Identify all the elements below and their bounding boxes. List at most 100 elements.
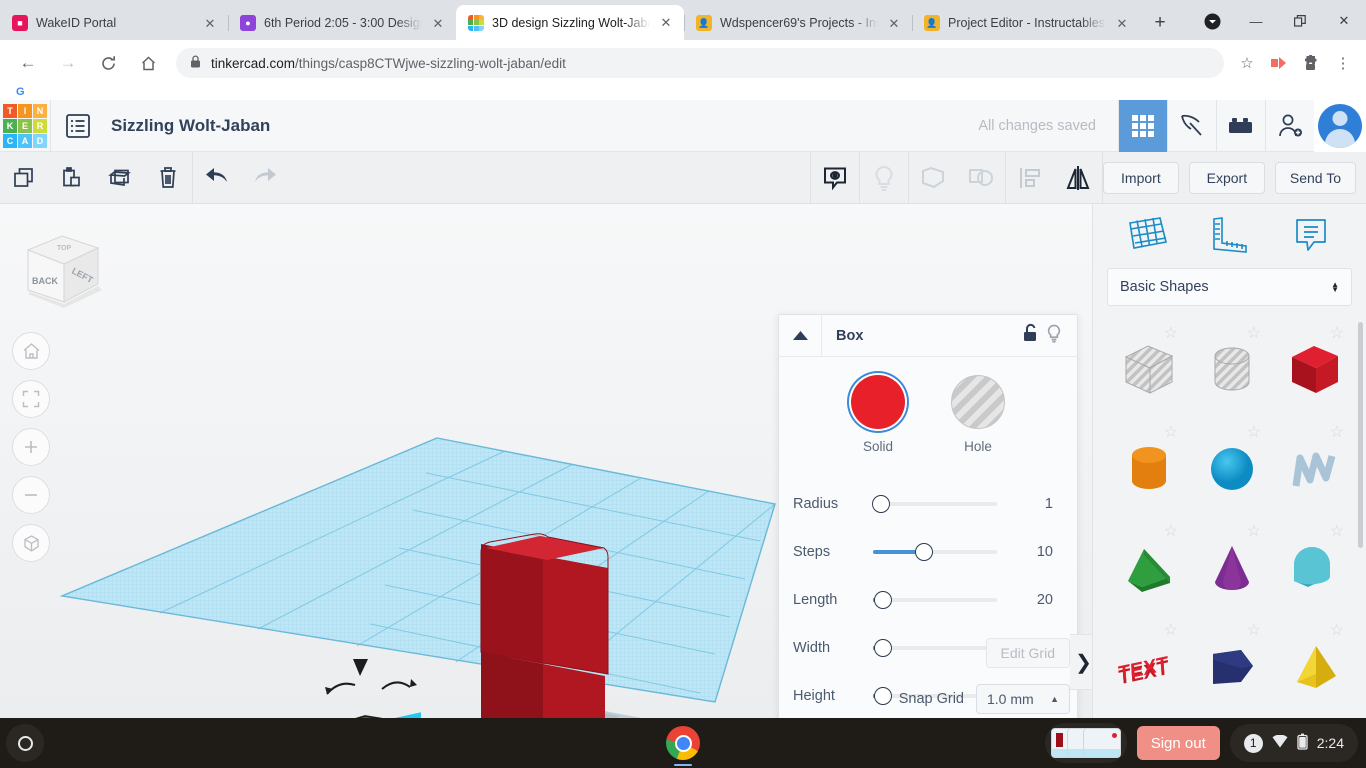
undo-icon[interactable] [193,152,241,204]
home-view-icon[interactable] [12,332,50,370]
extension-pin-icon[interactable] [1264,48,1294,78]
close-button[interactable]: ✕ [1322,5,1366,37]
shape-item-cone-purple[interactable]: ☆ [1190,518,1273,617]
system-tray[interactable]: 1 2:24 [1229,724,1358,762]
edit-grid-button[interactable]: Edit Grid [985,638,1070,668]
workplane-icon[interactable] [811,152,859,204]
tab-close-icon[interactable]: ✕ [430,15,446,31]
tinkercad-logo[interactable]: TIN KER CAD [0,100,50,152]
zoom-out-icon[interactable] [12,476,50,514]
shape-item-sphere-blue[interactable]: ☆ [1190,419,1273,518]
pickaxe-icon[interactable] [1167,99,1216,152]
launcher-circle-icon[interactable] [6,724,44,762]
chrome-icon[interactable] [666,726,700,760]
browser-tab[interactable]: ● 6th Period 2:05 - 3:00 Design C ✕ [228,6,456,40]
shape-item-box-hole[interactable]: ☆ [1107,320,1190,419]
tab-close-icon[interactable]: ✕ [202,15,218,31]
shapes-grid-icon[interactable] [1125,212,1171,258]
maximize-button[interactable] [1278,5,1322,37]
notes-icon[interactable] [1288,212,1334,258]
favorite-star-icon[interactable]: ☆ [1164,524,1178,540]
shape-item-wedge-green[interactable]: ☆ [1107,518,1190,617]
send-to-button[interactable]: Send To [1274,161,1356,194]
import-button[interactable]: Import [1102,161,1179,194]
favorite-star-icon[interactable]: ☆ [1247,326,1261,342]
slider-value[interactable]: 10 [1019,544,1053,560]
puzzle-icon[interactable] [1296,48,1326,78]
length-slider[interactable] [873,591,1011,609]
delete-icon[interactable] [144,152,192,204]
mirror-icon[interactable] [1054,152,1102,204]
shape-item-cylinder-orange[interactable]: ☆ [1107,419,1190,518]
align-icon[interactable] [1006,152,1054,204]
zoom-in-icon[interactable] [12,428,50,466]
user-avatar[interactable] [1314,99,1366,152]
paste-icon[interactable] [48,152,96,204]
light-bulb-icon[interactable] [1045,323,1063,349]
shape-item-cylinder-hole[interactable]: ☆ [1190,320,1273,419]
favorite-star-icon[interactable]: ☆ [1164,425,1178,441]
favorite-star-icon[interactable]: ☆ [1330,326,1344,342]
slider-value[interactable]: 20 [1019,592,1053,608]
tab-close-icon[interactable]: ✕ [1114,15,1130,31]
redo-icon[interactable] [241,152,289,204]
browser-tab-active[interactable]: 3D design Sizzling Wolt-Jaban ✕ [456,5,684,40]
ruler-icon[interactable] [1206,212,1252,258]
sidebar-scrollbar[interactable] [1358,322,1363,548]
favorite-star-icon[interactable]: ☆ [1164,326,1178,342]
shape-item-polygon-navy[interactable]: ☆ [1190,617,1273,696]
snap-grid-select[interactable]: 1.0 mm ▲ [976,684,1070,714]
browser-tab[interactable]: 👤 Project Editor - Instructables ✕ [912,6,1140,40]
favorite-star-icon[interactable]: ☆ [1164,623,1178,639]
bookmark-star-icon[interactable]: ☆ [1232,48,1262,78]
3d-canvas[interactable]: BACK LEFT TOP Box Solid Hole Radius 1 St… [0,204,1092,718]
shape-item-text-red[interactable]: ☆ TEXT TEXT [1107,617,1190,696]
minimize-button[interactable]: — [1234,5,1278,37]
shape-item-scribble-gray[interactable]: ☆ [1273,419,1356,518]
duplicate-icon[interactable] [96,152,144,204]
sign-out-button[interactable]: Sign out [1136,726,1220,760]
panel-expand-button[interactable]: ❯ [1070,634,1092,690]
favorite-star-icon[interactable]: ☆ [1247,623,1261,639]
view-cube[interactable]: BACK LEFT TOP [14,222,106,314]
unlock-icon[interactable] [1021,323,1039,348]
browser-menu-icon[interactable]: ⋮ [1328,48,1358,78]
back-button[interactable]: ← [12,47,44,79]
forward-button[interactable]: → [52,47,84,79]
address-bar[interactable]: tinkercad.com/things/casp8CTWjwe-sizzlin… [176,48,1224,78]
light-bulb-icon[interactable] [860,152,908,204]
orthographic-icon[interactable] [12,524,50,562]
solid-option[interactable]: Solid [851,375,905,454]
slider-value[interactable]: 1 [1019,496,1053,512]
hole-option[interactable]: Hole [951,375,1005,454]
design-title[interactable]: Sizzling Wolt-Jaban [105,116,270,136]
blocks-grid-icon[interactable] [1118,99,1167,152]
chevron-up-icon[interactable] [779,315,821,357]
project-list-icon[interactable] [51,100,105,152]
fit-to-view-icon[interactable] [12,380,50,418]
copy-icon[interactable] [0,152,48,204]
favorite-star-icon[interactable]: ☆ [1247,524,1261,540]
steps-slider[interactable] [873,543,1011,561]
solid-color-swatch[interactable] [851,375,905,429]
favorite-star-icon[interactable]: ☆ [1330,524,1344,540]
shape-category-select[interactable]: Basic Shapes ▲ ▼ [1107,268,1352,306]
new-tab-button[interactable]: + [1146,9,1174,37]
home-button[interactable] [132,47,164,79]
reload-button[interactable] [92,47,124,79]
shape-item-box-red[interactable]: ☆ [1273,320,1356,419]
ungroup-icon[interactable] [957,152,1005,204]
window-preview-icon[interactable] [1044,723,1127,763]
add-person-icon[interactable] [1265,99,1314,152]
shape-item-pyramid-yellow[interactable]: ☆ [1273,617,1356,696]
google-bookmark-icon[interactable]: G [16,86,25,98]
profile-chip-icon[interactable] [1190,5,1234,37]
tab-close-icon[interactable]: ✕ [658,15,674,31]
shape-item-roof-teal[interactable]: ☆ [1273,518,1356,617]
lego-brick-icon[interactable] [1216,99,1265,152]
favorite-star-icon[interactable]: ☆ [1330,623,1344,639]
radius-slider[interactable] [872,495,1011,513]
browser-tab[interactable]: ■ WakeID Portal ✕ [0,6,228,40]
export-button[interactable]: Export [1188,161,1265,194]
group-icon[interactable] [909,152,957,204]
